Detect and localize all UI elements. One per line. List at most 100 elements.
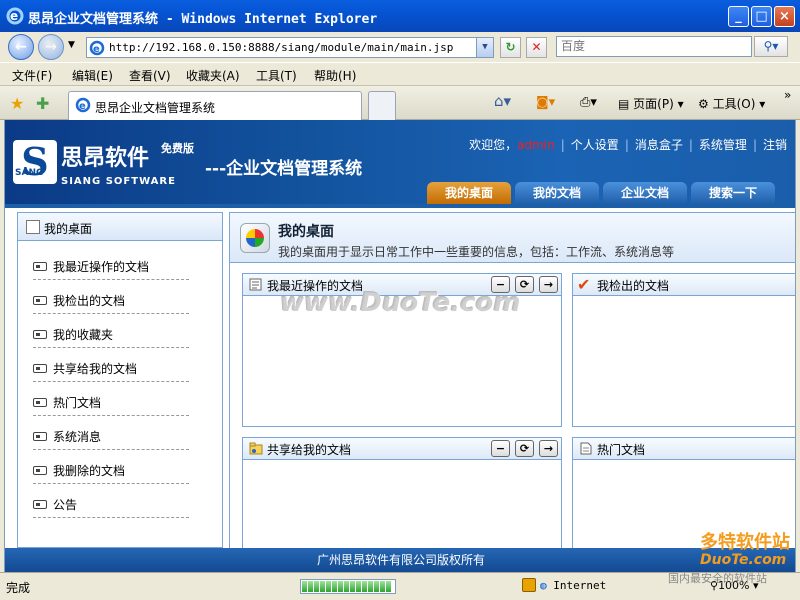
home-icon[interactable]: ⌂▾ (494, 92, 511, 110)
zone-label: Internet (553, 579, 607, 592)
shared-folder-icon (249, 442, 263, 455)
feeds-icon[interactable]: ◙▾ (536, 95, 555, 110)
gear-icon: ⚙ (698, 97, 709, 111)
menu-file[interactable]: 文件(F) (12, 67, 52, 84)
watermark-center: www.DuoTe.com (280, 288, 521, 318)
link-system-admin[interactable]: 系统管理 (699, 138, 747, 152)
print-icon[interactable]: ⎙▾ (580, 95, 597, 110)
more-arrow-button[interactable]: → (539, 440, 558, 457)
sidebar-item-popular[interactable]: 热门文档 (33, 394, 189, 416)
key-icon (33, 364, 47, 373)
tab-enterprise-documents[interactable]: 企业文档 (603, 182, 687, 204)
key-icon (33, 398, 47, 407)
sidebar-header: 我的桌面 (18, 213, 222, 241)
tab-title: 思昂企业文档管理系统 (95, 101, 216, 115)
page-footer: 广州思昂软件有限公司版权所有 (5, 548, 795, 572)
menu-favorites[interactable]: 收藏夹(A) (186, 67, 240, 84)
search-input[interactable]: 百度 (556, 36, 752, 57)
status-text: 完成 (6, 581, 31, 595)
sidebar-item-label: 共享给我的文档 (53, 362, 138, 376)
browser-tab-active[interactable]: e 思昂企业文档管理系统 (68, 91, 362, 120)
system-subtitle: ---企业文档管理系统 (205, 159, 363, 179)
sidebar-item-checked-out[interactable]: 我检出的文档 (33, 292, 189, 314)
tab-bar: ★ ✚ e 思昂企业文档管理系统 ⌂▾ ◙▾ ⎙▾ ▤ 页面(P) ▾ ⚙ 工具… (0, 86, 800, 120)
sidebar-item-label: 我检出的文档 (53, 294, 126, 308)
refresh-button[interactable]: ↻ (500, 37, 521, 58)
checkmark-icon: ✔ (577, 275, 591, 294)
main-content: 我的桌面 我的桌面用于显示日常工作中一些重要的信息，包括：工作流、系统消息等 我… (229, 212, 795, 557)
more-arrow-button[interactable]: → (539, 276, 558, 293)
window-title: 思昂企业文档管理系统 - Windows Internet Explorer (28, 12, 378, 27)
watermark-corner-title: 多特软件站 (700, 532, 790, 553)
progress-bar (300, 579, 396, 594)
sidebar-item-favorites[interactable]: 我的收藏夹 (33, 326, 189, 348)
sidebar-item-label: 系统消息 (53, 430, 102, 444)
sidebar-item-recent-docs[interactable]: 我最近操作的文档 (33, 258, 189, 280)
web-page: S SANG 思昂软件 免费版 SIANG SOFTWARE ---企业文档管理… (4, 120, 796, 572)
desktop-icon (240, 223, 270, 253)
sidebar-item-announcements[interactable]: 公告 (33, 496, 189, 518)
key-icon (33, 330, 47, 339)
tools-menu[interactable]: ⚙ 工具(O) ▾ (698, 95, 765, 112)
sidebar-item-shared[interactable]: 共享给我的文档 (33, 360, 189, 382)
portlet-header: 热门文档 (573, 438, 795, 460)
portlet-title: 共享给我的文档 (267, 443, 352, 457)
sidebar-item-label: 我最近操作的文档 (53, 260, 150, 274)
page-description: 我的桌面用于显示日常工作中一些重要的信息，包括：工作流、系统消息等 (278, 245, 675, 259)
address-bar[interactable]: e http://192.168.0.150:8888/siang/module… (86, 37, 494, 58)
menu-bar: 文件(F) 编辑(E) 查看(V) 收藏夹(A) 工具(T) 帮助(H) (0, 62, 800, 86)
tab-my-documents[interactable]: 我的文档 (515, 182, 599, 204)
tab-my-desktop[interactable]: 我的桌面 (427, 182, 511, 204)
username: admin (517, 138, 555, 152)
security-zone[interactable]: ◍ Internet (540, 579, 606, 592)
key-icon (33, 262, 47, 271)
document-list-icon (249, 278, 262, 291)
page-menu-icon: ▤ (618, 97, 630, 111)
sidebar-title: 我的桌面 (44, 222, 93, 236)
watermark-corner-tagline: 国内最安全的软件站 (668, 572, 767, 585)
refresh-portlet-button[interactable]: ⟳ (515, 440, 534, 457)
new-tab-button[interactable] (368, 91, 396, 120)
nav-underline (5, 204, 795, 208)
address-dropdown-icon[interactable]: ▼ (476, 38, 493, 57)
menu-view[interactable]: 查看(V) (129, 67, 171, 84)
menu-help[interactable]: 帮助(H) (314, 67, 356, 84)
collapse-button[interactable]: − (491, 440, 510, 457)
back-button[interactable]: ← (8, 34, 34, 60)
portlet-checked-out: ✔ 我检出的文档 (572, 273, 795, 427)
search-button[interactable]: ⚲▾ (754, 36, 788, 57)
menu-tools[interactable]: 工具(T) (256, 67, 297, 84)
popup-blocker-icon[interactable] (522, 578, 536, 592)
link-logout[interactable]: 注销 (763, 138, 787, 152)
top-links: 欢迎您，admin | 个人设置 | 消息盒子 | 系统管理 | 注销 (469, 138, 787, 152)
sidebar-item-label: 公告 (53, 498, 78, 512)
logo-free-badge: 免费版 (161, 142, 194, 155)
desktop-list-icon (26, 220, 40, 234)
link-personal-settings[interactable]: 个人设置 (571, 138, 619, 152)
key-icon (33, 500, 47, 509)
close-button[interactable]: × (774, 6, 795, 27)
sidebar-item-system-messages[interactable]: 系统消息 (33, 428, 189, 450)
tab-ie-icon: e (75, 97, 91, 113)
ie-logo-icon: e (6, 7, 24, 25)
favorites-star-icon[interactable]: ★ (10, 94, 24, 113)
menu-edit[interactable]: 编辑(E) (72, 67, 113, 84)
svg-text:e: e (93, 44, 100, 55)
forward-button[interactable]: → (38, 34, 64, 60)
sidebar-item-deleted[interactable]: 我删除的文档 (33, 462, 189, 484)
tab-search[interactable]: 搜索一下 (691, 182, 775, 204)
minimize-button[interactable]: _ (728, 6, 749, 27)
history-dropdown-icon[interactable]: ▼ (68, 40, 75, 50)
maximize-button[interactable]: □ (751, 6, 772, 27)
page-menu[interactable]: ▤ 页面(P) ▾ (618, 95, 684, 112)
tools-menu-label: 工具(O) (712, 97, 756, 111)
link-message-box[interactable]: 消息盒子 (635, 138, 683, 152)
portlet-shared: 共享给我的文档 − ⟳ → (242, 437, 562, 557)
sidebar-item-label: 我删除的文档 (53, 464, 126, 478)
add-favorite-icon[interactable]: ✚ (36, 94, 49, 113)
logo-text: 思昂软件 (61, 146, 150, 171)
page-title: 我的桌面 (278, 224, 334, 240)
chevron-more-icon[interactable]: » (784, 88, 791, 102)
sidebar-item-label: 我的收藏夹 (53, 328, 114, 342)
stop-button[interactable]: ✕ (526, 37, 547, 58)
